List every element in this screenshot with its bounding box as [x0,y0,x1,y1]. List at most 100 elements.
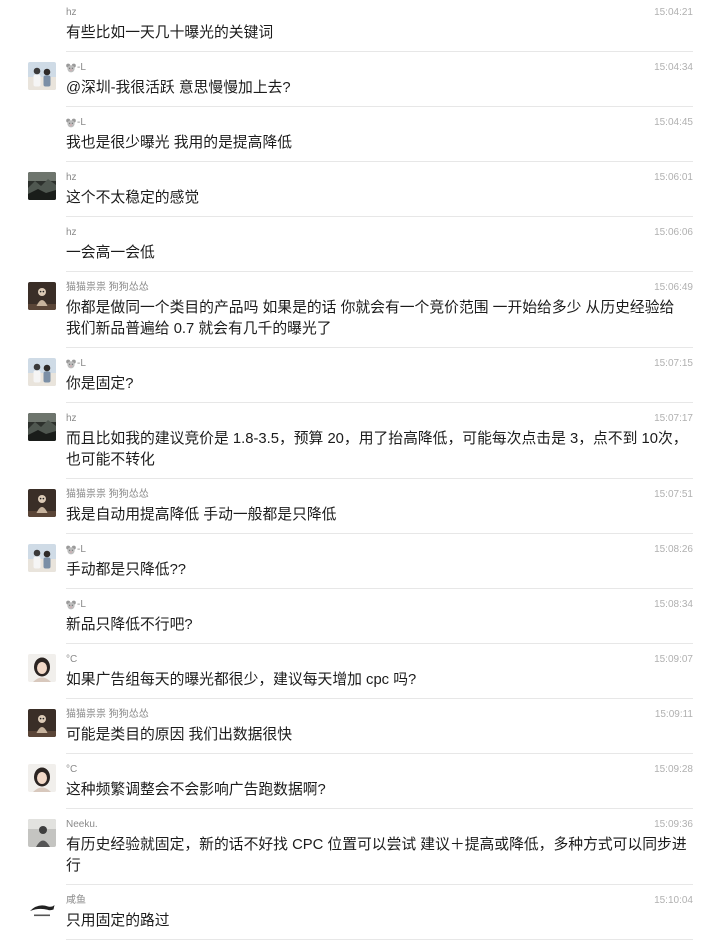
message-line: 而且比如我的建议竞价是 1.8-3.5，预算 20，用了抬高降低，可能每次点击是… [66,431,688,447]
message-row: hz 15:06:06 一会高一会低 [0,217,713,272]
message-header: -L 15:04:34 [66,61,693,75]
message-text: 有些比如一天几十曝光的关键词 [66,23,693,44]
avatar[interactable] [28,413,56,441]
avatar[interactable] [28,172,56,200]
sender-name: 猫猫祟祟 狗狗怂怂 [66,281,149,295]
message-timestamp: 15:09:36 [654,819,693,830]
sender-name-text: 猫猫祟祟 狗狗怂怂 [66,282,149,293]
message-line: 这种频繁调整会不会影响广告跑数据啊? [66,782,326,798]
sender-name: 猫猫祟祟 狗狗怂怂 [66,488,149,502]
message-row: 猫猫祟祟 狗狗怂怂 15:09:11 可能是类目的原因 我们出数据很快 [0,699,713,754]
message-line: 只用固定的路过 [66,913,170,929]
message-row: hz 15:07:17 而且比如我的建议竞价是 1.8-3.5，预算 20，用了抬高… [0,403,713,479]
message-header: 猫猫祟祟 狗狗怂怂 15:09:11 [66,708,693,722]
girl-portrait-photo [28,654,56,682]
message-line: 可能是类目的原因 我们出数据很快 [66,727,293,743]
message-line: 行 [66,858,81,874]
message-line: 也可能不转化 [66,452,155,468]
message-row: 猫猫祟祟 狗狗怂怂 15:07:51 我是自动用提高降低 手动一般都是只降低 [0,479,713,534]
message-header: 咸鱼 15:10:04 [66,894,693,908]
message-header: °C 15:09:07 [66,653,693,667]
mouse-face-icon [66,545,76,555]
message-row: -L 15:04:34 @深圳-我很活跃 意思慢慢加上去? [0,52,713,107]
sender-name: °C [66,763,77,777]
sender-name: hz [66,6,77,20]
sender-name: hz [66,226,77,240]
message-body: 猫猫祟祟 狗狗怂怂 15:07:51 我是自动用提高降低 手动一般都是只降低 [66,479,693,534]
message-header: -L 15:08:34 [66,598,693,612]
message-timestamp: 15:09:07 [654,654,693,665]
message-line: 如果广告组每天的曝光都很少，建议每天增加 cpc 吗? [66,672,417,688]
message-body: hz 15:06:06 一会高一会低 [66,217,693,272]
message-header: hz 15:06:06 [66,226,693,240]
message-header: -L 15:08:26 [66,543,693,557]
message-body: hz 15:04:21 有些比如一天几十曝光的关键词 [66,0,693,52]
sender-name-text: -L [77,358,86,369]
message-timestamp: 15:06:01 [654,172,693,183]
message-timestamp: 15:06:49 [654,282,693,293]
sender-name: °C [66,653,77,667]
sender-name-text: °C [66,654,78,665]
two-people-photo [28,544,56,572]
sender-name: 咸鱼 [66,894,86,908]
mouse-face-icon [66,63,76,73]
sender-name-text: hz [66,172,77,183]
message-timestamp: 15:06:06 [654,227,693,238]
avatar[interactable] [28,895,56,923]
dark-landscape-photo [28,413,56,441]
message-text: 新品只降低不行吧? [66,615,693,636]
sender-name: -L [66,543,86,557]
message-body: -L 15:08:26 手动都是只降低?? [66,534,693,589]
message-row: hz 15:06:01 这个不太稳定的感觉 [0,162,713,217]
message-text: 可能是类目的原因 我们出数据很快 [66,725,693,746]
sender-name-text: hz [66,7,77,18]
message-text: 我是自动用提高降低 手动一般都是只降低 [66,505,693,526]
sender-name: -L [66,61,86,75]
sender-name-text: hz [66,227,77,238]
message-body: -L 15:04:34 @深圳-我很活跃 意思慢慢加上去? [66,52,693,107]
message-text: 这个不太稳定的感觉 [66,188,693,209]
message-line: 你是固定? [66,376,134,392]
fish-logo [28,895,56,923]
sender-name: -L [66,357,86,371]
message-text: 你都是做同一个类目的产品吗 如果是的话 你就会有一个竞价范围 一开始给多少 从历… [66,298,693,340]
message-line: 我是自动用提高降低 手动一般都是只降低 [66,507,337,523]
message-row: -L 15:08:26 手动都是只降低?? [0,534,713,589]
message-header: °C 15:09:28 [66,763,693,777]
message-timestamp: 15:09:11 [654,709,693,720]
avatar[interactable] [28,709,56,737]
avatar[interactable] [28,62,56,90]
message-timestamp: 15:04:45 [654,117,693,128]
message-line: 你都是做同一个类目的产品吗 如果是的话 你就会有一个竞价范围 一开始给多少 从历… [66,300,675,316]
avatar[interactable] [28,489,56,517]
avatar[interactable] [28,544,56,572]
message-timestamp: 15:08:26 [654,544,693,555]
message-timestamp: 15:10:04 [654,895,693,906]
message-header: -L 15:04:45 [66,116,693,130]
gray-portrait-photo [28,819,56,847]
avatar[interactable] [28,358,56,386]
figurine-photo [28,709,56,737]
message-timestamp: 15:07:15 [654,358,693,369]
message-header: hz 15:07:17 [66,412,693,426]
two-people-photo [28,358,56,386]
message-line: 我们新品普遍给 0.7 就会有几千的曝光了 [66,321,332,337]
message-body: -L 15:07:15 你是固定? [66,348,693,403]
avatar[interactable] [28,282,56,310]
message-line: 新品只降低不行吧? [66,617,193,633]
avatar[interactable] [28,764,56,792]
message-timestamp: 15:07:51 [654,489,693,500]
message-text: 你是固定? [66,374,693,395]
avatar[interactable] [28,819,56,847]
message-body: 咸鱼 15:10:04 只用固定的路过 [66,885,693,940]
message-timestamp: 15:07:17 [654,413,693,424]
message-text: @深圳-我很活跃 意思慢慢加上去? [66,78,693,99]
message-header: -L 15:07:15 [66,357,693,371]
sender-name-text: Neeku. [66,819,98,830]
message-row: °C 15:09:28 这种频繁调整会不会影响广告跑数据啊? [0,754,713,809]
avatar[interactable] [28,654,56,682]
message-header: 猫猫祟祟 狗狗怂怂 15:07:51 [66,488,693,502]
message-row: Neeku. 15:09:36 有历史经验就固定，新的话不好找 CPC 位置可以尝试… [0,809,713,885]
sender-name: -L [66,598,86,612]
mouse-face-icon [66,600,76,610]
